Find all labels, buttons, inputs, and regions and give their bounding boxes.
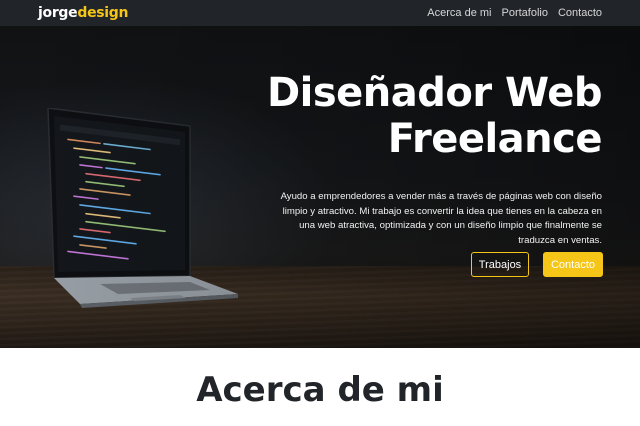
contacto-button[interactable]: Contacto [543,252,603,277]
about-title: Acerca de mi [196,370,444,410]
hero-title: Diseñador Web Freelance [222,70,603,162]
nav-link-portafolio[interactable]: Portafolio [501,7,547,19]
navbar: jorgedesign Acerca de mi Portafolio Cont… [0,0,640,26]
trabajos-button[interactable]: Trabajos [471,252,529,277]
about-section: Acerca de mi [0,348,640,426]
hero-section: Diseñador Web Freelance Ayudo a emprende… [0,26,640,348]
brand-logo[interactable]: jorgedesign [38,5,128,21]
nav-links: Acerca de mi Portafolio Contacto [427,7,602,19]
nav-link-acerca[interactable]: Acerca de mi [427,7,491,19]
hero-title-line1: Diseñador Web [266,70,603,116]
hero-title-line2: Freelance [387,116,603,162]
brand-text-part2: design [77,5,129,21]
hero-description: Ayudo a emprendedores a vender más a tra… [280,191,602,246]
nav-link-contacto[interactable]: Contacto [558,7,602,19]
brand-text-part1: jorge [38,5,78,21]
